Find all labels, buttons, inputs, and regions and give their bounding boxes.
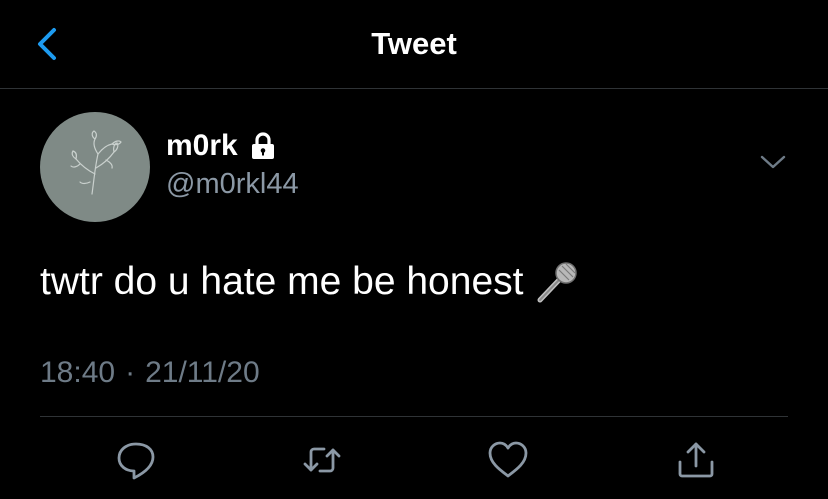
tweet-text: twtr do u hate me be honest	[40, 258, 581, 306]
header-divider	[0, 88, 828, 89]
more-options-button[interactable]	[756, 150, 790, 174]
retweet-button[interactable]	[300, 438, 344, 482]
actions-divider	[40, 416, 788, 417]
username[interactable]: @m0rkl44	[166, 168, 299, 201]
display-name[interactable]: m0rk	[166, 129, 238, 163]
author-name-row: m0rk	[166, 128, 276, 164]
tweet-date: 21/11/20	[145, 356, 260, 389]
retweet-icon	[303, 447, 341, 473]
like-button[interactable]	[486, 438, 530, 482]
share-button[interactable]	[674, 438, 718, 482]
flower-sketch-icon	[70, 130, 122, 195]
microphone-icon	[533, 258, 581, 306]
heart-icon	[488, 441, 528, 478]
tweet-time: 18:40	[40, 356, 116, 389]
avatar[interactable]	[40, 112, 150, 222]
tweet-timestamp: 18:40 · 21/11/20	[40, 356, 260, 390]
chevron-down-icon	[760, 155, 786, 169]
reply-button[interactable]	[114, 438, 158, 482]
tweet-body: twtr do u hate me be honest	[40, 260, 524, 303]
lock-icon	[250, 131, 276, 161]
timestamp-separator: ·	[125, 356, 136, 389]
share-icon	[678, 442, 714, 478]
reply-icon	[117, 442, 155, 480]
top-bar: Tweet	[0, 0, 828, 88]
page-title: Tweet	[371, 26, 457, 61]
